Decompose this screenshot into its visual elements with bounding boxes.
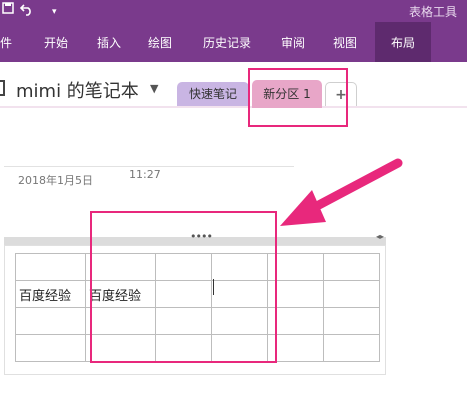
highlight-box-section-tab	[248, 68, 348, 127]
table-cell[interactable]	[323, 307, 380, 335]
table-cell[interactable]	[323, 280, 380, 308]
ribbon-tabs: 件 开始 插入 绘图 历史记录 审阅 视图 布局	[0, 22, 467, 62]
table-cell[interactable]	[15, 334, 86, 362]
tab-draw[interactable]: 绘图	[148, 34, 172, 51]
title-bar: ▾ 表格工具	[0, 0, 467, 22]
page-time: 11:27	[129, 168, 161, 181]
table-cell[interactable]	[323, 334, 380, 362]
highlight-box-table-columns	[90, 211, 277, 363]
table-cell[interactable]	[323, 253, 380, 281]
table-resize-arrows[interactable]: ◂▸	[376, 232, 384, 241]
tab-layout[interactable]: 布局	[391, 34, 415, 51]
notebook-title[interactable]: mimi 的笔记本	[16, 77, 139, 103]
section-tab-baseline	[0, 106, 467, 108]
tab-home[interactable]: 开始	[44, 34, 68, 51]
contextual-tab-group-label: 表格工具	[408, 5, 457, 19]
section-tab-quick-notes[interactable]: 快速笔记	[177, 82, 249, 106]
tab-history[interactable]: 历史记录	[203, 34, 251, 51]
tab-file[interactable]: 件	[0, 34, 12, 51]
table-cell[interactable]	[15, 253, 86, 281]
chevron-down-icon[interactable]: ▼	[150, 82, 158, 95]
tab-review[interactable]: 审阅	[281, 34, 305, 51]
page-date: 2018年1月5日	[18, 174, 93, 187]
tab-view[interactable]: 视图	[333, 34, 357, 51]
undo-icon[interactable]	[19, 2, 34, 21]
save-icon[interactable]	[2, 2, 14, 19]
page-title-underline	[4, 166, 294, 167]
table-cell[interactable]: 百度经验	[15, 280, 86, 308]
table-cell[interactable]	[15, 307, 86, 335]
notebook-icon	[0, 80, 5, 96]
tab-insert[interactable]: 插入	[97, 34, 121, 51]
quick-access-dropdown-icon[interactable]: ▾	[52, 4, 57, 20]
